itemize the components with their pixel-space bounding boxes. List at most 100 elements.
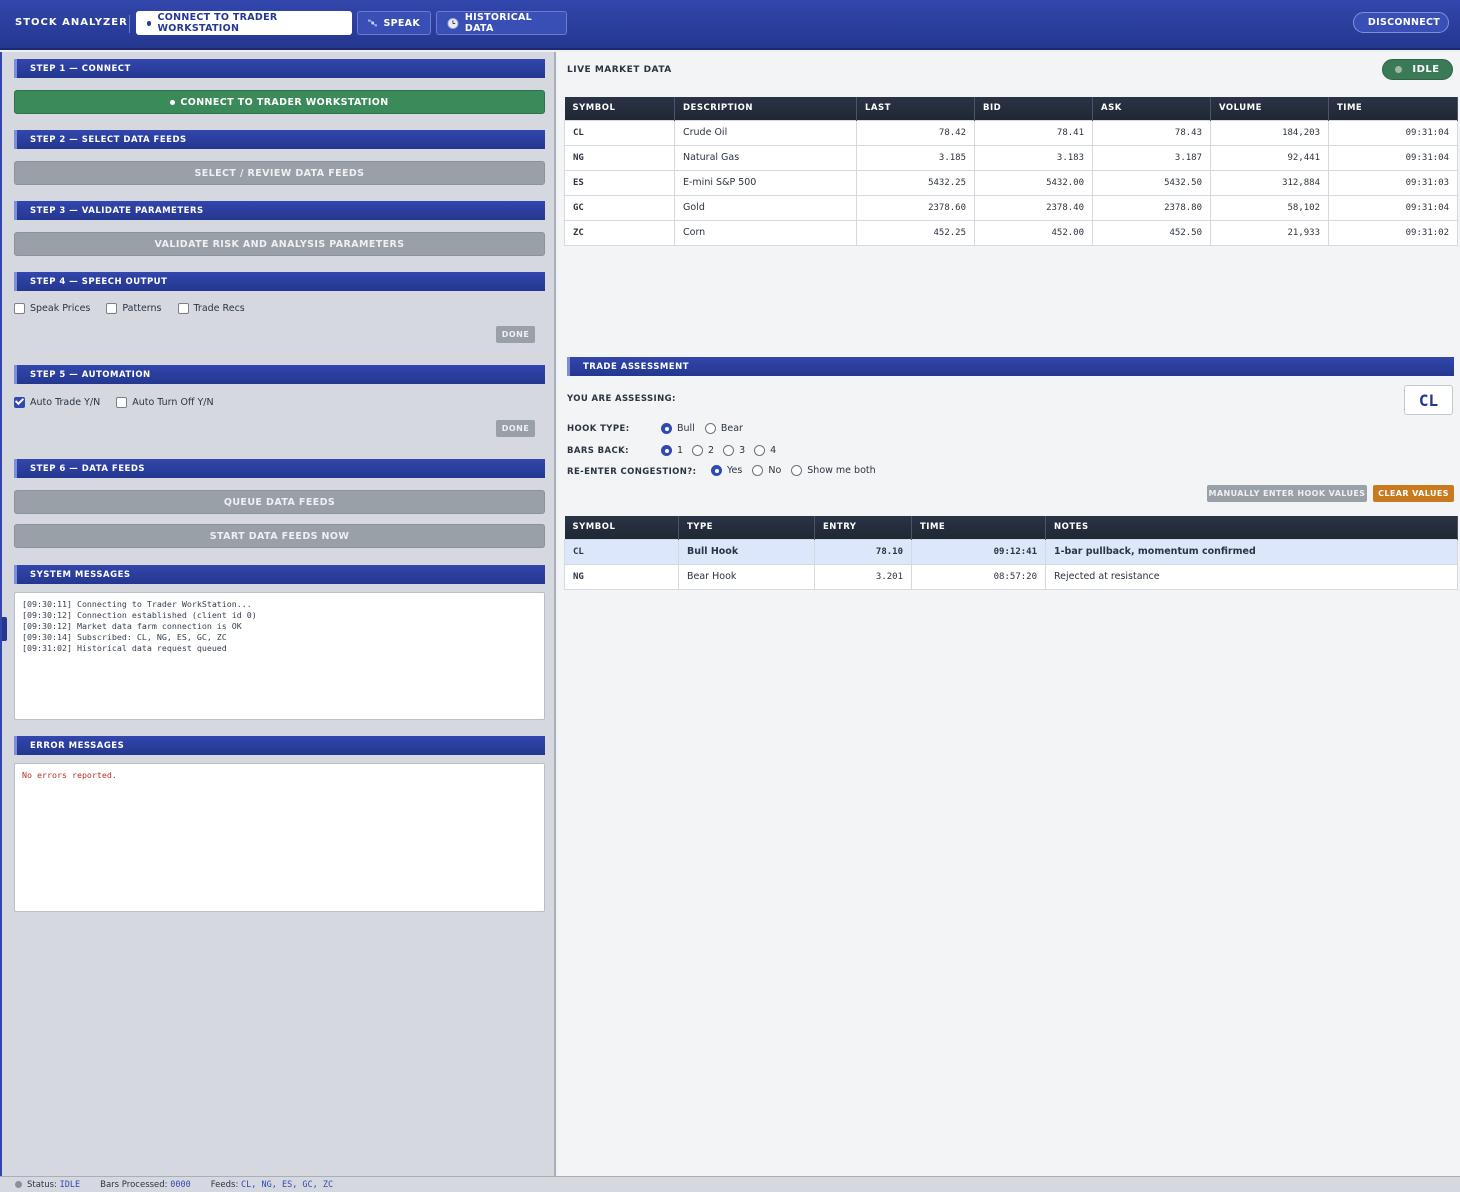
panel-marker bbox=[2, 617, 7, 641]
bars-back-2-radio[interactable]: 2 bbox=[692, 445, 714, 456]
clock-icon bbox=[447, 17, 459, 29]
column-header[interactable]: ASK bbox=[1092, 97, 1211, 120]
clear-values-button[interactable]: CLEAR VALUES bbox=[1373, 485, 1454, 502]
checkbox-box bbox=[14, 302, 25, 314]
step3-header: STEP 3 — VALIDATE PARAMETERS bbox=[14, 201, 545, 220]
radio-label: Bull bbox=[677, 423, 695, 434]
column-header[interactable]: VOLUME bbox=[1210, 97, 1329, 120]
column-header[interactable]: TIME bbox=[911, 516, 1046, 539]
queue-data-feeds-button[interactable]: QUEUE DATA FEEDS bbox=[14, 490, 545, 514]
cell-volume: 21,933 bbox=[1210, 219, 1329, 246]
hook-bear-radio[interactable]: Bear bbox=[704, 423, 743, 434]
select-data-feeds-button[interactable]: SELECT / REVIEW DATA FEEDS bbox=[14, 161, 545, 185]
table-row[interactable]: CL Bull Hook 78.10 09:12:41 1-bar pullback, … bbox=[564, 538, 1458, 565]
cell-last: 452.25 bbox=[856, 219, 975, 246]
table-row[interactable]: GC Gold 2378.60 2378.40 2378.80 58,102 09:31:0… bbox=[564, 194, 1458, 221]
column-header[interactable]: ENTRY bbox=[814, 516, 912, 539]
auto-turn-off-checkbox[interactable]: Auto Turn Off Y/N bbox=[116, 396, 214, 408]
app-title: STOCK ANALYZER bbox=[15, 17, 128, 28]
radio-label: Show me both bbox=[807, 465, 876, 476]
table-row[interactable]: ZC Corn 452.25 452.00 452.50 21,933 09:31:02 bbox=[564, 219, 1458, 246]
trade-assessment-header: TRADE ASSESSMENT bbox=[567, 357, 1454, 376]
column-header[interactable]: NOTES bbox=[1045, 516, 1458, 539]
system-messages-header: SYSTEM MESSAGES bbox=[14, 565, 545, 584]
trade-recs-checkbox[interactable]: Trade Recs bbox=[177, 302, 245, 314]
reenter-yes-radio[interactable]: Yes bbox=[711, 465, 742, 476]
table-row[interactable]: NG Natural Gas 3.185 3.183 3.187 92,441 09:31:… bbox=[564, 144, 1458, 171]
radio-label: No bbox=[768, 465, 782, 476]
radio-label: 2 bbox=[708, 445, 715, 456]
cell-ask: 2378.80 bbox=[1092, 194, 1211, 221]
column-header[interactable]: TIME bbox=[1328, 97, 1458, 120]
satellite-icon bbox=[368, 19, 378, 27]
radio-circle bbox=[661, 445, 672, 456]
reenter-both-radio[interactable]: Show me both bbox=[791, 465, 876, 476]
speak-tab-label: SPEAK bbox=[383, 17, 420, 29]
assessment-table-header: SYMBOL TYPE ENTRY TIME NOTES bbox=[564, 516, 1458, 539]
radio-label: Yes bbox=[727, 465, 743, 476]
radio-circle bbox=[661, 423, 672, 434]
table-row[interactable]: CL Crude Oil 78.42 78.41 78.43 184,203 09:31:0… bbox=[564, 119, 1458, 146]
checkbox-label: Auto Turn Off Y/N bbox=[132, 396, 214, 408]
cell-bid: 2378.40 bbox=[974, 194, 1093, 221]
radio-circle bbox=[692, 445, 704, 456]
cell-bid: 78.41 bbox=[974, 119, 1093, 146]
checkbox-box bbox=[14, 396, 25, 408]
bars-back-label: BARS BACK: bbox=[567, 446, 629, 456]
table-row[interactable]: NG Bear Hook 3.201 08:57:20 Rejected at resi… bbox=[564, 563, 1458, 590]
live-market-title: LIVE MARKET DATA bbox=[567, 65, 672, 75]
connect-workstation-label: CONNECT TO TRADER WORKSTATION bbox=[180, 96, 389, 108]
connect-tab[interactable]: CONNECT TO TRADER WORKSTATION bbox=[136, 11, 352, 35]
column-header[interactable]: TYPE bbox=[678, 516, 815, 539]
step4-header: STEP 4 — SPEECH OUTPUT bbox=[14, 272, 545, 291]
historical-data-tab[interactable]: HISTORICAL DATA bbox=[436, 11, 567, 35]
speak-tab[interactable]: SPEAK bbox=[357, 11, 431, 35]
historical-tab-label: HISTORICAL DATA bbox=[464, 12, 533, 34]
auto-trade-checkbox[interactable]: Auto Trade Y/N bbox=[14, 396, 101, 408]
cell-time: 09:31:04 bbox=[1328, 119, 1458, 146]
bars-back-3-radio[interactable]: 3 bbox=[723, 445, 745, 456]
cell-description: Crude Oil bbox=[674, 119, 857, 146]
cell-description: Natural Gas bbox=[674, 144, 857, 171]
reenter-no-radio[interactable]: No bbox=[752, 465, 781, 476]
speak-prices-checkbox[interactable]: Speak Prices bbox=[14, 302, 90, 314]
connect-tab-label: CONNECT TO TRADER WORKSTATION bbox=[157, 12, 278, 34]
bars-back-4-radio[interactable]: 4 bbox=[754, 445, 776, 456]
step4-done-button[interactable]: DONE bbox=[496, 326, 535, 343]
table-row[interactable]: ES E-mini S&P 500 5432.25 5432.00 5432.50 312… bbox=[564, 169, 1458, 196]
automation-options: Auto Trade Y/N Auto Turn Off Y/N bbox=[14, 395, 214, 409]
status-value: IDLE bbox=[59, 1179, 81, 1190]
checkbox-box bbox=[116, 396, 128, 408]
column-header[interactable]: SYMBOL bbox=[564, 97, 675, 120]
column-header[interactable]: SYMBOL bbox=[564, 516, 679, 539]
system-messages-log: [09:30:11] Connecting to Trader WorkStat… bbox=[14, 592, 545, 720]
manual-hook-values-button[interactable]: MANUALLY ENTER HOOK VALUES bbox=[1207, 485, 1367, 502]
hook-bull-radio[interactable]: Bull bbox=[661, 423, 695, 434]
reenter-congestion-label: RE-ENTER CONGESTION?: bbox=[567, 467, 697, 477]
connect-workstation-button[interactable]: CONNECT TO TRADER WORKSTATION bbox=[14, 90, 545, 114]
error-messages-header: ERROR MESSAGES bbox=[14, 736, 545, 755]
status-label: Status: bbox=[27, 1179, 57, 1190]
checkbox-label: Auto Trade Y/N bbox=[30, 396, 101, 408]
radio-circle bbox=[711, 465, 722, 476]
cell-notes: 1-bar pullback, momentum confirmed bbox=[1045, 538, 1458, 565]
column-header[interactable]: DESCRIPTION bbox=[674, 97, 857, 120]
start-data-feeds-button[interactable]: START DATA FEEDS NOW bbox=[14, 524, 545, 548]
cell-last: 3.185 bbox=[856, 144, 975, 171]
validate-parameters-button[interactable]: VALIDATE RISK AND ANALYSIS PARAMETERS bbox=[14, 232, 545, 256]
step5-header: STEP 5 — AUTOMATION bbox=[14, 365, 545, 384]
disconnect-button[interactable]: DISCONNECT bbox=[1353, 12, 1449, 33]
step2-header: STEP 2 — SELECT DATA FEEDS bbox=[14, 130, 545, 149]
radio-circle bbox=[704, 423, 716, 434]
step5-done-button[interactable]: DONE bbox=[496, 420, 535, 437]
bars-back-1-radio[interactable]: 1 bbox=[661, 445, 683, 456]
assessing-label: YOU ARE ASSESSING: bbox=[567, 394, 676, 404]
status-item: Status: IDLE bbox=[15, 1180, 80, 1190]
column-header[interactable]: BID bbox=[974, 97, 1093, 120]
checkbox-label: Trade Recs bbox=[193, 302, 245, 314]
cell-type: Bull Hook bbox=[678, 538, 815, 565]
patterns-checkbox[interactable]: Patterns bbox=[106, 302, 162, 314]
reenter-congestion-options: Yes No Show me both bbox=[711, 465, 876, 476]
column-header[interactable]: LAST bbox=[856, 97, 975, 120]
cell-last: 78.42 bbox=[856, 119, 975, 146]
